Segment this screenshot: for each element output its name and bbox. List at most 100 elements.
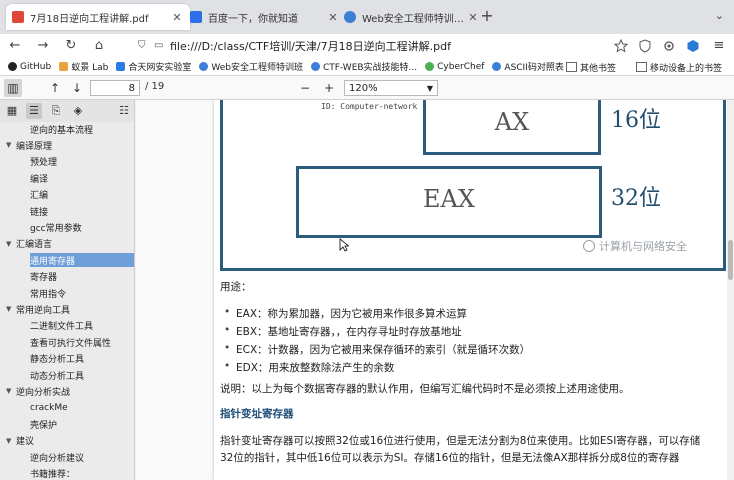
- forward-button[interactable]: →: [34, 37, 52, 55]
- sidebar-item-label: 逆向分析实战: [16, 387, 71, 398]
- sidebar-item[interactable]: 静态分析工具: [30, 352, 84, 366]
- sidebar-item[interactable]: ▼ 常用逆向工具: [6, 302, 70, 316]
- sidebar-item-label: 二进制文件工具: [30, 322, 94, 333]
- list-item: ECX：计数器，因为它被用来保存循环的索引（就是循环次数）: [224, 342, 530, 357]
- bookmark-hetian[interactable]: 合天网安实验室: [116, 60, 191, 73]
- zoom-value: 120%: [349, 83, 378, 94]
- sidebar-item[interactable]: 书籍推荐：: [30, 466, 75, 480]
- mouse-cursor-icon: [339, 238, 349, 252]
- sidebar-item[interactable]: crackMe: [30, 401, 68, 415]
- next-page-button[interactable]: ↓: [68, 79, 86, 97]
- sidebar-item-label: 书籍推荐：: [30, 469, 76, 480]
- attachments-icon[interactable]: ⎘: [48, 103, 64, 119]
- sidebar-item[interactable]: 逆向的基本流程: [30, 122, 93, 136]
- previous-page-button[interactable]: ↑: [46, 79, 64, 97]
- address-bar[interactable]: ⛉ ▭ file:///D:/class/CTF培训/天津/7月18日逆向工程讲…: [138, 36, 608, 56]
- expand-toggle-icon[interactable]: ▼: [6, 437, 14, 445]
- sidebar-item[interactable]: ▼ 编译原理: [6, 138, 52, 152]
- new-tab-button[interactable]: +: [478, 8, 496, 26]
- shield-icon[interactable]: [638, 39, 652, 53]
- tab-web-security[interactable]: Web安全工程师特训班（安全 ✕: [338, 4, 486, 30]
- thumbnails-icon[interactable]: ▦: [4, 103, 20, 119]
- scrollbar-thumb[interactable]: [728, 240, 733, 280]
- list-item: EDX：用来放整数除法产生的余数: [224, 360, 394, 375]
- sidebar-item[interactable]: 逆向分析建议: [30, 450, 84, 464]
- sidebar-item[interactable]: 查看可执行文件属性: [30, 335, 111, 349]
- sidebar-item-label: 通用寄存器: [30, 256, 76, 267]
- sidebar-item-label: 静态分析工具: [30, 355, 85, 366]
- back-button[interactable]: ←: [6, 37, 24, 55]
- zoom-out-button[interactable]: −: [296, 79, 314, 97]
- expand-toggle-icon[interactable]: ▼: [6, 141, 14, 149]
- sidebar-item-label: 动态分析工具: [30, 371, 85, 382]
- bookmark-mobile-folder[interactable]: 移动设备上的书签: [636, 58, 722, 76]
- ax-label: AX: [494, 108, 530, 136]
- sidebar-item[interactable]: 常用指令: [30, 286, 66, 300]
- web-security-icon: [344, 11, 356, 23]
- sidebar-item[interactable]: ▼ 建议: [6, 434, 34, 448]
- sidebar-item[interactable]: ▼ 逆向分析实战: [6, 384, 70, 398]
- sidebar-toggle-icon[interactable]: ▥: [4, 79, 22, 97]
- tab-baidu[interactable]: 百度一下，你就知道 ✕: [184, 4, 346, 30]
- bookmark-github[interactable]: GitHub: [8, 62, 51, 72]
- outline-sidebar: ▦ ☰ ⎘ ◈ ☷ 逆向的基本流程 ▼ 编译原理 预处理 编译 汇编 链接 gcc常用参数 ▼ 汇…: [0, 100, 135, 480]
- navigation-bar: ← → ↻ ⌂ ⛉ ▭ file:///D:/class/CTF培训/天津/7月…: [0, 34, 734, 58]
- sidebar-item-label: 汇编语言: [16, 240, 53, 251]
- bookmark-lab[interactable]: 蚁景 Lab: [59, 60, 108, 73]
- list-item: EAX：称为累加器，因为它被用来作很多算术运算: [224, 306, 467, 321]
- page-number-input[interactable]: 8: [90, 80, 140, 96]
- bookmark-cyberchef[interactable]: CyberChef: [425, 62, 484, 72]
- sidebar-item[interactable]: ▼ 汇编语言: [6, 237, 52, 251]
- home-button[interactable]: ⌂: [90, 37, 108, 55]
- tab-pdf[interactable]: 7月18日逆向工程讲解.pdf ✕: [6, 4, 190, 30]
- zoom-select[interactable]: 120% ▼: [344, 80, 438, 96]
- ax-bits-label: 16位: [611, 108, 661, 133]
- bookmark-other-folder[interactable]: 其他书签: [566, 58, 616, 76]
- star-bookmark-icon[interactable]: [614, 39, 628, 53]
- folder-icon: [566, 62, 577, 72]
- sidebar-item[interactable]: 链接: [30, 204, 48, 218]
- vertical-scrollbar[interactable]: [727, 100, 734, 480]
- folder-icon: [636, 62, 647, 72]
- lab-icon: [59, 62, 69, 71]
- sidebar-item[interactable]: 汇编: [30, 188, 48, 202]
- sidebar-item[interactable]: 寄存器: [30, 270, 57, 284]
- bookmark-web-security[interactable]: Web安全工程师特训班: [199, 60, 303, 73]
- sidebar-item-label: 汇编: [30, 191, 49, 202]
- cyberchef-icon: [425, 62, 435, 71]
- expand-toggle-icon[interactable]: ▼: [6, 387, 14, 395]
- extension-hexagon-icon[interactable]: [686, 39, 700, 53]
- sidebar-item[interactable]: 预处理: [30, 155, 57, 169]
- sidebar-item[interactable]: 壳保护: [30, 417, 57, 431]
- document-viewer: ID: Computer-network AX 16位 EAX 32位 计算机与…: [136, 100, 734, 480]
- wechat-icon: [583, 240, 595, 252]
- sidebar-item-label: 常用指令: [30, 289, 67, 300]
- sidebar-item-label: gcc常用参数: [30, 223, 82, 234]
- menu-icon[interactable]: ≡: [710, 37, 728, 55]
- settings-gear-icon[interactable]: [662, 39, 676, 53]
- list-tabs-icon[interactable]: ⌄: [715, 9, 724, 22]
- sidebar-item[interactable]: 编译: [30, 171, 48, 185]
- collapse-all-icon[interactable]: ☷: [116, 103, 132, 119]
- bookmark-ascii[interactable]: ASCII码对照表: [492, 60, 564, 73]
- sidebar-item[interactable]: 二进制文件工具: [30, 319, 93, 333]
- section-heading: 指针变址寄存器: [220, 408, 294, 420]
- expand-toggle-icon[interactable]: ▼: [6, 305, 14, 313]
- diagram-caption: ID: Computer-network: [321, 102, 418, 111]
- expand-toggle-icon[interactable]: ▼: [6, 240, 14, 248]
- tab-title: 7月18日逆向工程讲解.pdf: [30, 13, 149, 25]
- sidebar-item[interactable]: 通用寄存器: [30, 253, 134, 268]
- close-icon[interactable]: ✕: [170, 11, 184, 24]
- page-count: / 19: [145, 81, 165, 92]
- outline-icon[interactable]: ☰: [26, 103, 42, 119]
- zoom-in-button[interactable]: +: [320, 79, 338, 97]
- ax-register-box: AX: [423, 100, 601, 155]
- eax-bits-label: 32位: [611, 186, 661, 211]
- pdf-page: ID: Computer-network AX 16位 EAX 32位 计算机与…: [214, 100, 727, 480]
- reload-button[interactable]: ↻: [62, 37, 80, 55]
- sidebar-item[interactable]: gcc常用参数: [30, 220, 82, 234]
- bookmark-ctf-web[interactable]: CTF-WEB实战技能特...: [310, 60, 417, 73]
- sidebar-item[interactable]: 动态分析工具: [30, 368, 84, 382]
- usage-title: 用途：: [220, 281, 252, 293]
- layers-icon[interactable]: ◈: [70, 103, 86, 119]
